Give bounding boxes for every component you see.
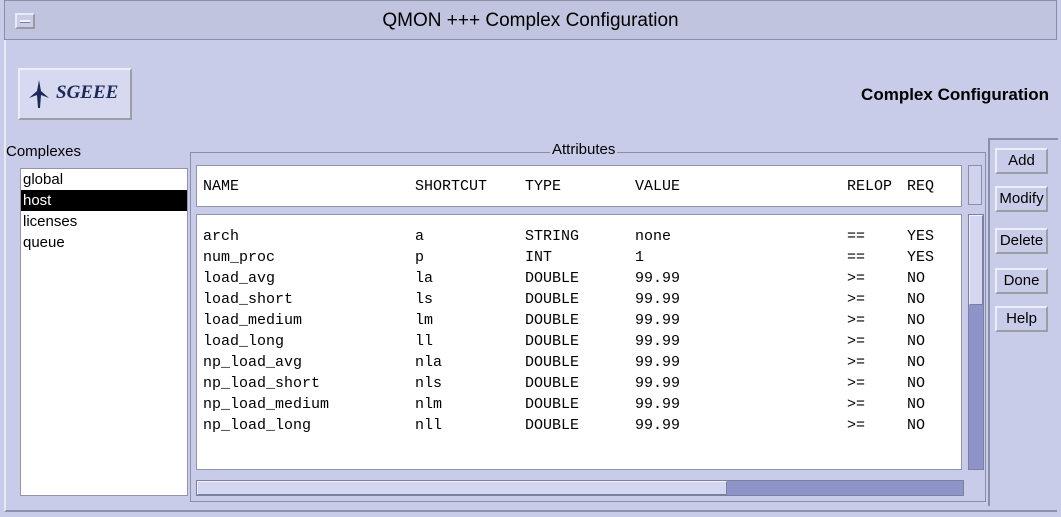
cell-name: arch [203, 228, 240, 245]
cell-type: DOUBLE [525, 354, 580, 371]
cell-shortcut: nla [415, 354, 443, 371]
page-title: Complex Configuration [861, 85, 1049, 104]
complex-item-host[interactable]: host [21, 190, 187, 211]
cell-shortcut: la [415, 270, 434, 287]
cell-type: DOUBLE [525, 270, 580, 287]
column-header-relop: RELOP [847, 178, 893, 195]
complexes-list[interactable]: global host licenses queue [20, 168, 188, 496]
complex-item-global[interactable]: global [21, 169, 187, 190]
help-button[interactable]: Help [995, 306, 1048, 332]
cell-name: np_load_avg [203, 354, 303, 371]
cell-value: 99.99 [635, 333, 681, 350]
cell-shortcut: lm [415, 312, 434, 329]
column-header-value: VALUE [635, 178, 681, 195]
cell-type: DOUBLE [525, 291, 580, 308]
cell-value: 99.99 [635, 396, 681, 413]
complex-item-queue[interactable]: queue [21, 232, 187, 253]
cell-shortcut: nls [415, 375, 443, 392]
cell-name: load_long [203, 333, 285, 350]
cell-req: NO [907, 291, 926, 308]
complexes-label: Complexes [6, 143, 82, 160]
cell-relop: >= [847, 333, 866, 350]
cell-req: NO [907, 354, 926, 371]
cell-shortcut: nll [415, 417, 443, 434]
cell-type: DOUBLE [525, 333, 580, 350]
column-header-shortcut: SHORTCUT [415, 178, 488, 195]
cell-req: YES [907, 228, 935, 245]
sgeee-logo: SGEEE [18, 68, 132, 120]
cell-value: 99.99 [635, 291, 681, 308]
cell-req: NO [907, 417, 926, 434]
cell-name: np_load_short [203, 375, 321, 392]
window-title: QMON +++ Complex Configuration [382, 10, 679, 31]
complex-item-licenses[interactable]: licenses [21, 211, 187, 232]
cell-relop: >= [847, 417, 866, 434]
cell-shortcut: ls [415, 291, 434, 308]
column-header-name: NAME [203, 178, 240, 195]
done-button[interactable]: Done [995, 268, 1048, 294]
vertical-scrollbar[interactable] [968, 214, 984, 470]
cell-value: 1 [635, 249, 645, 266]
cell-req: NO [907, 312, 926, 329]
cell-relop: >= [847, 396, 866, 413]
cell-value: 99.99 [635, 375, 681, 392]
modify-button[interactable]: Modify [995, 186, 1048, 212]
cell-type: DOUBLE [525, 396, 580, 413]
cell-name: load_medium [203, 312, 303, 329]
cell-shortcut: nlm [415, 396, 443, 413]
cell-value: 99.99 [635, 270, 681, 287]
cell-type: DOUBLE [525, 312, 580, 329]
cell-shortcut: ll [415, 333, 434, 350]
cell-value: none [635, 228, 672, 245]
cell-name: load_avg [203, 270, 276, 287]
cell-req: NO [907, 333, 926, 350]
cell-relop: == [847, 228, 866, 245]
column-header-type: TYPE [525, 178, 562, 195]
cell-req: YES [907, 249, 935, 266]
add-button[interactable]: Add [995, 148, 1048, 174]
cell-shortcut: p [415, 249, 425, 266]
cell-name: load_short [203, 291, 294, 308]
cell-relop: >= [847, 312, 866, 329]
cell-req: NO [907, 396, 926, 413]
logo-text: SGEEE [56, 82, 119, 103]
cell-relop: >= [847, 291, 866, 308]
cell-req: NO [907, 375, 926, 392]
cell-relop: == [847, 249, 866, 266]
header-scrollbar[interactable] [968, 165, 982, 205]
cell-value: 99.99 [635, 354, 681, 371]
cell-type: DOUBLE [525, 417, 580, 434]
cell-req: NO [907, 270, 926, 287]
cell-name: num_proc [203, 249, 276, 266]
title-bar[interactable]: QMON +++ Complex Configuration [4, 0, 1057, 40]
cell-type: DOUBLE [525, 375, 580, 392]
cell-type: INT [525, 249, 553, 266]
cell-name: np_load_long [203, 417, 312, 434]
horizontal-scroll-thumb[interactable] [197, 481, 727, 495]
cell-relop: >= [847, 270, 866, 287]
cell-value: 99.99 [635, 312, 681, 329]
attributes-header: NAME SHORTCUT TYPE VALUE RELOP REQ [196, 165, 962, 207]
cell-relop: >= [847, 375, 866, 392]
cell-shortcut: a [415, 228, 425, 245]
delete-button[interactable]: Delete [995, 228, 1048, 254]
attributes-table[interactable]: arch a STRING none == YES num_proc p INT… [196, 214, 962, 470]
cell-type: STRING [525, 228, 580, 245]
vertical-scroll-thumb[interactable] [969, 215, 983, 305]
cell-name: np_load_medium [203, 396, 330, 413]
cell-value: 99.99 [635, 417, 681, 434]
attributes-label: Attributes [550, 141, 618, 158]
bird-icon [29, 80, 49, 108]
cell-relop: >= [847, 354, 866, 371]
column-header-req: REQ [907, 178, 935, 195]
horizontal-scrollbar[interactable] [196, 480, 964, 496]
